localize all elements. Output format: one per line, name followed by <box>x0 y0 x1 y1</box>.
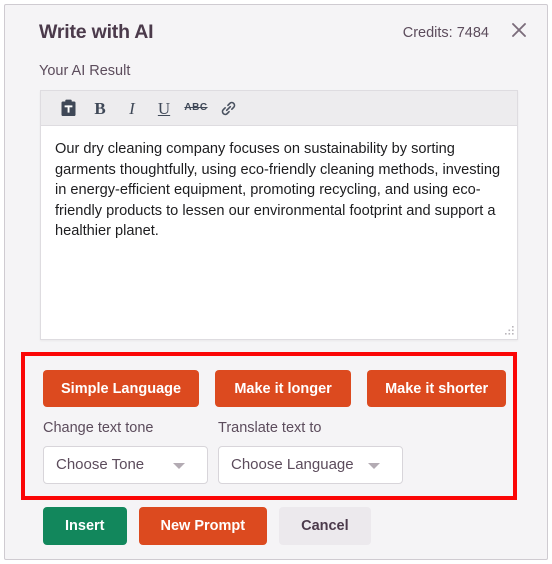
simple-language-button[interactable]: Simple Language <box>43 370 200 407</box>
paste-icon <box>61 99 75 116</box>
language-select-value: Choose Language <box>231 456 354 473</box>
write-with-ai-dialog: Write with AI Credits: 7484 Your AI Resu… <box>4 4 548 560</box>
underline-icon: U <box>157 98 171 118</box>
translate-text-label: Translate text to <box>218 420 322 436</box>
editor-text-area[interactable]: Our dry cleaning company focuses on sust… <box>41 126 517 340</box>
insert-button[interactable]: Insert <box>43 507 127 545</box>
close-icon <box>512 23 526 37</box>
language-select[interactable]: Choose Language <box>218 446 403 484</box>
screen: Write with AI Credits: 7484 Your AI Resu… <box>0 0 552 564</box>
make-longer-button[interactable]: Make it longer <box>215 370 352 407</box>
underline-button[interactable]: U <box>149 94 179 122</box>
chevron-down-icon <box>173 463 185 469</box>
resize-handle[interactable] <box>501 324 515 338</box>
close-button[interactable] <box>505 16 533 44</box>
italic-button[interactable]: I <box>117 94 147 122</box>
bold-icon: B <box>94 98 106 118</box>
link-icon <box>221 101 235 115</box>
change-tone-label: Change text tone <box>43 420 154 436</box>
tone-select[interactable]: Choose Tone <box>43 446 208 484</box>
ai-result-editor: B I U ABC Our dry cleaning company focus… <box>40 90 518 340</box>
strikethrough-button[interactable]: ABC <box>181 94 211 122</box>
ai-result-label: Your AI Result <box>39 63 131 79</box>
bold-button[interactable]: B <box>85 94 115 122</box>
link-button[interactable] <box>213 94 243 122</box>
tone-select-value: Choose Tone <box>56 456 145 473</box>
cancel-button[interactable]: Cancel <box>279 507 371 545</box>
page-title: Write with AI <box>39 21 154 43</box>
make-shorter-button[interactable]: Make it shorter <box>367 370 507 407</box>
chevron-down-icon <box>368 463 380 469</box>
new-prompt-button[interactable]: New Prompt <box>138 507 268 545</box>
resize-handle-icon <box>505 326 514 335</box>
ai-result-text: Our dry cleaning company focuses on sust… <box>55 141 505 239</box>
ai-action-buttons: Simple Language Make it longer Make it s… <box>43 370 507 407</box>
dialog-header: Write with AI Credits: 7484 <box>5 5 547 53</box>
paste-icon-button[interactable] <box>53 94 83 122</box>
strikethrough-icon: ABC <box>184 102 208 113</box>
credits-counter: Credits: 7484 <box>402 25 489 41</box>
dialog-footer: Insert New Prompt Cancel <box>43 507 371 545</box>
italic-icon: I <box>129 98 135 118</box>
editor-toolbar: B I U ABC <box>41 91 517 126</box>
